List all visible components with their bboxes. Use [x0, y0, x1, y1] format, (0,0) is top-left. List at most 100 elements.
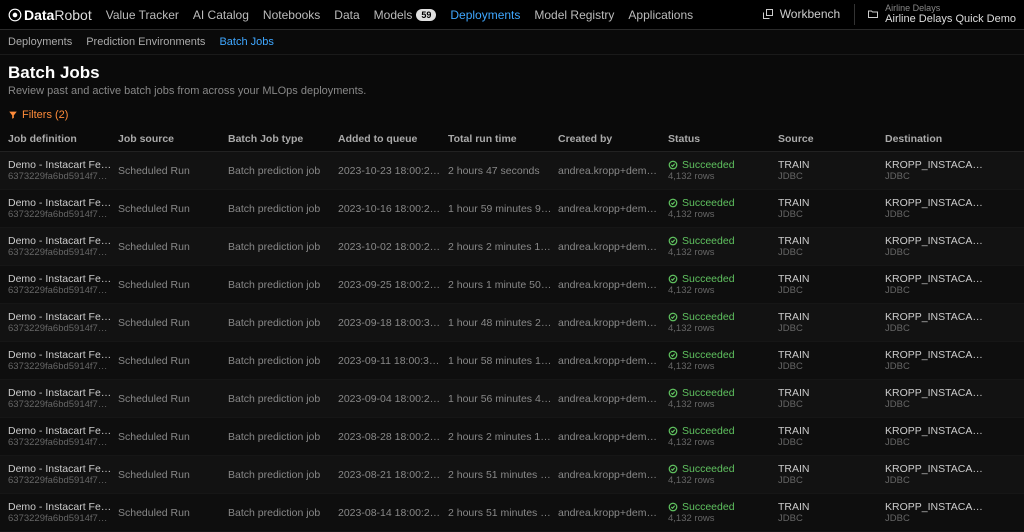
- filters-label: Filters (2): [22, 109, 68, 121]
- col-header[interactable]: Job source: [118, 133, 228, 145]
- table-row[interactable]: Demo - Instacart Feature...6373229fa6bd5…: [0, 228, 1024, 266]
- cell-queued: 2023-08-28 18:00:27 (UT...: [338, 431, 448, 443]
- sub-nav: Deployments Prediction Environments Batch …: [0, 30, 1024, 55]
- col-header[interactable]: Job definition: [8, 133, 118, 145]
- cell-queued: 2023-10-23 18:00:27 (UT...: [338, 165, 448, 177]
- nav-item-value-tracker[interactable]: Value Tracker: [106, 8, 179, 22]
- col-header[interactable]: Created by: [558, 133, 668, 145]
- cell-destination: KROPP_INSTACART_DE...JDBC: [885, 349, 992, 372]
- cell-status: Succeeded4,132 rows: [668, 501, 778, 524]
- cell-creator: andrea.kropp+demo@da...: [558, 279, 668, 291]
- cell-source: TRAINJDBC: [778, 463, 885, 486]
- cell-runtime: 2 hours 1 minute 50 seconds: [448, 279, 558, 291]
- nav-item-deployments[interactable]: Deployments: [450, 8, 520, 22]
- cell-job-type: Batch prediction job: [228, 241, 338, 253]
- cell-job-source: Scheduled Run: [118, 355, 228, 367]
- table-row[interactable]: Demo - Instacart Feature...6373229fa6bd5…: [0, 304, 1024, 342]
- cell-source: TRAINJDBC: [778, 311, 885, 334]
- page-desc: Review past and active batch jobs from a…: [8, 85, 1016, 97]
- cell-creator: andrea.kropp+demo@da...: [558, 469, 668, 481]
- cell-source: TRAINJDBC: [778, 349, 885, 372]
- cell-source: TRAINJDBC: [778, 387, 885, 410]
- table-row[interactable]: Demo - Instacart Feature...6373229fa6bd5…: [0, 494, 1024, 532]
- cell-status: Succeeded4,132 rows: [668, 197, 778, 220]
- page-title: Batch Jobs: [8, 63, 1016, 83]
- cell-job-source: Scheduled Run: [118, 507, 228, 519]
- cell-status: Succeeded4,132 rows: [668, 387, 778, 410]
- cell-job-def: Demo - Instacart Feature...6373229fa6bd5…: [8, 501, 118, 524]
- subnav-item-deployments[interactable]: Deployments: [8, 36, 72, 48]
- col-header[interactable]: Added to queue: [338, 133, 448, 145]
- check-circle-icon: [668, 236, 678, 246]
- col-header[interactable]: Total run time: [448, 133, 558, 145]
- nav-item-notebooks[interactable]: Notebooks: [263, 8, 320, 22]
- check-circle-icon: [668, 350, 678, 360]
- cell-destination: KROPP_INSTACART_DE...JDBC: [885, 463, 992, 486]
- table-row[interactable]: Demo - Instacart Feature...6373229fa6bd5…: [0, 380, 1024, 418]
- col-header[interactable]: Source: [778, 133, 885, 145]
- cell-job-source: Scheduled Run: [118, 431, 228, 443]
- folder-icon: [867, 8, 879, 20]
- check-circle-icon: [668, 388, 678, 398]
- cell-job-def: Demo - Instacart Feature...6373229fa6bd5…: [8, 311, 118, 334]
- cell-creator: andrea.kropp+demo@da...: [558, 241, 668, 253]
- filter-icon: [8, 110, 18, 120]
- check-circle-icon: [668, 426, 678, 436]
- filters-button[interactable]: Filters (2): [0, 103, 1024, 127]
- cell-source: TRAINJDBC: [778, 159, 885, 182]
- table-row[interactable]: Demo - Instacart Feature...6373229fa6bd5…: [0, 152, 1024, 190]
- cell-runtime: 1 hour 58 minutes 1 second: [448, 355, 558, 367]
- cell-status: Succeeded4,132 rows: [668, 463, 778, 486]
- cell-runtime: 1 hour 56 minutes 41 seconds: [448, 393, 558, 405]
- cell-job-type: Batch prediction job: [228, 393, 338, 405]
- cell-job-type: Batch prediction job: [228, 469, 338, 481]
- cell-job-type: Batch prediction job: [228, 317, 338, 329]
- nav-item-data[interactable]: Data: [334, 8, 359, 22]
- col-header[interactable]: Status: [668, 133, 778, 145]
- cell-destination: KROPP_INSTACART_DE...JDBC: [885, 425, 992, 448]
- cell-creator: andrea.kropp+demo@da...: [558, 355, 668, 367]
- nav-item-applications[interactable]: Applications: [628, 8, 693, 22]
- topbar-right: Workbench Airline Delays Airline Delays …: [762, 4, 1016, 26]
- cell-job-type: Batch prediction job: [228, 165, 338, 177]
- subnav-item-prediction-environments[interactable]: Prediction Environments: [86, 36, 205, 48]
- col-header[interactable]: Destination: [885, 133, 992, 145]
- cell-job-def: Demo - Instacart Feature...6373229fa6bd5…: [8, 197, 118, 220]
- cell-status: Succeeded4,132 rows: [668, 425, 778, 448]
- nav-item-model-registry[interactable]: Model Registry: [534, 8, 614, 22]
- cell-source: TRAINJDBC: [778, 197, 885, 220]
- main-nav: Value Tracker AI Catalog Notebooks Data Mode…: [106, 8, 762, 22]
- cell-destination: KROPP_INSTACART_DE...JDBC: [885, 501, 992, 524]
- cell-source: TRAINJDBC: [778, 235, 885, 258]
- nav-item-models[interactable]: Models59: [374, 8, 437, 22]
- check-circle-icon: [668, 198, 678, 208]
- table-row[interactable]: Demo - Instacart Feature...6373229fa6bd5…: [0, 418, 1024, 456]
- check-circle-icon: [668, 464, 678, 474]
- table-row[interactable]: Demo - Instacart Feature...6373229fa6bd5…: [0, 190, 1024, 228]
- cell-destination: KROPP_INSTACART_DE...JDBC: [885, 273, 992, 296]
- logo[interactable]: DataRobot: [8, 7, 92, 23]
- cell-creator: andrea.kropp+demo@da...: [558, 431, 668, 443]
- cell-job-def: Demo - Instacart Feature...6373229fa6bd5…: [8, 425, 118, 448]
- workbench-link[interactable]: Workbench: [762, 7, 840, 21]
- cell-status: Succeeded4,132 rows: [668, 273, 778, 296]
- cell-job-def: Demo - Instacart Feature...6373229fa6bd5…: [8, 387, 118, 410]
- nav-badge: 59: [416, 9, 436, 21]
- cell-job-source: Scheduled Run: [118, 241, 228, 253]
- check-circle-icon: [668, 502, 678, 512]
- cell-runtime: 1 hour 59 minutes 9 seconds: [448, 203, 558, 215]
- logo-text-2: Robot: [54, 7, 91, 23]
- table-row[interactable]: Demo - Instacart Feature...6373229fa6bd5…: [0, 456, 1024, 494]
- cell-queued: 2023-10-02 18:00:28 (UT...: [338, 241, 448, 253]
- subnav-item-batch-jobs[interactable]: Batch Jobs: [219, 36, 273, 48]
- nav-item-ai-catalog[interactable]: AI Catalog: [193, 8, 249, 22]
- cell-job-source: Scheduled Run: [118, 279, 228, 291]
- cell-destination: KROPP_INSTACART_DE...JDBC: [885, 311, 992, 334]
- cell-status: Succeeded4,132 rows: [668, 311, 778, 334]
- col-header[interactable]: Batch Job type: [228, 133, 338, 145]
- cell-queued: 2023-10-16 18:00:26 (UT...: [338, 203, 448, 215]
- project-selector[interactable]: Airline Delays Airline Delays Quick Demo: [854, 4, 1016, 26]
- table-row[interactable]: Demo - Instacart Feature...6373229fa6bd5…: [0, 266, 1024, 304]
- table-row[interactable]: Demo - Instacart Feature...6373229fa6bd5…: [0, 342, 1024, 380]
- workbench-icon: [762, 8, 774, 20]
